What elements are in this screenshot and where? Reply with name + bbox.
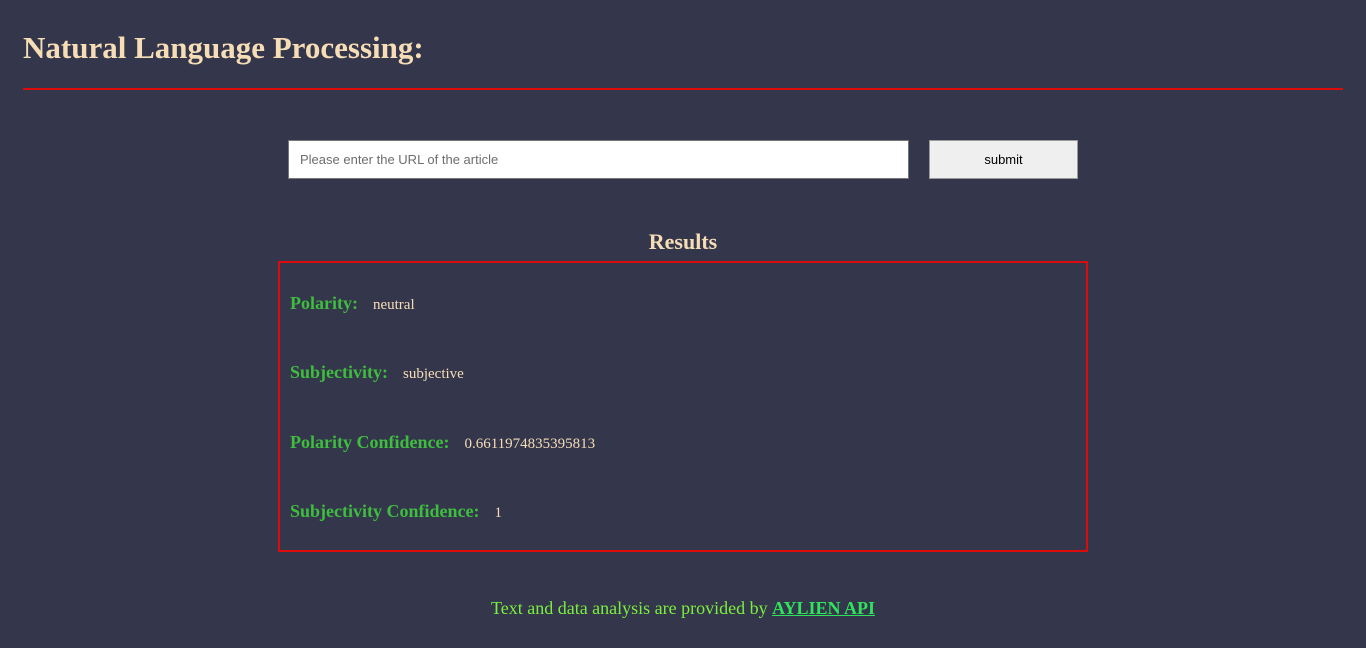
results-panel: Polarity: neutral Subjectivity: subjecti… <box>278 261 1088 552</box>
page-title: Natural Language Processing: <box>23 30 424 65</box>
polarity-label: Polarity: <box>290 293 358 313</box>
result-polarity: Polarity: neutral <box>290 293 415 314</box>
polarity-confidence-label: Polarity Confidence: <box>290 432 450 452</box>
subjectivity-label: Subjectivity: <box>290 362 388 382</box>
result-polarity-confidence: Polarity Confidence: 0.6611974835395813 <box>290 432 595 453</box>
subjectivity-value: subjective <box>403 366 464 382</box>
result-subjectivity-confidence: Subjectivity Confidence: 1 <box>290 501 502 522</box>
aylien-api-link[interactable]: AYLIEN API <box>772 598 875 618</box>
title-divider <box>23 88 1343 90</box>
subjectivity-confidence-label: Subjectivity Confidence: <box>290 501 480 521</box>
footer: Text and data analysis are provided by A… <box>0 596 1366 620</box>
results-heading: Results <box>648 229 718 254</box>
subjectivity-confidence-value: 1 <box>494 505 502 521</box>
url-input[interactable] <box>288 140 909 179</box>
submit-button[interactable]: submit <box>929 140 1078 179</box>
polarity-value: neutral <box>372 297 415 313</box>
polarity-confidence-value: 0.6611974835395813 <box>464 436 596 452</box>
footer-text: Text and data analysis are provided by <box>490 598 773 618</box>
result-subjectivity: Subjectivity: subjective <box>290 362 464 383</box>
